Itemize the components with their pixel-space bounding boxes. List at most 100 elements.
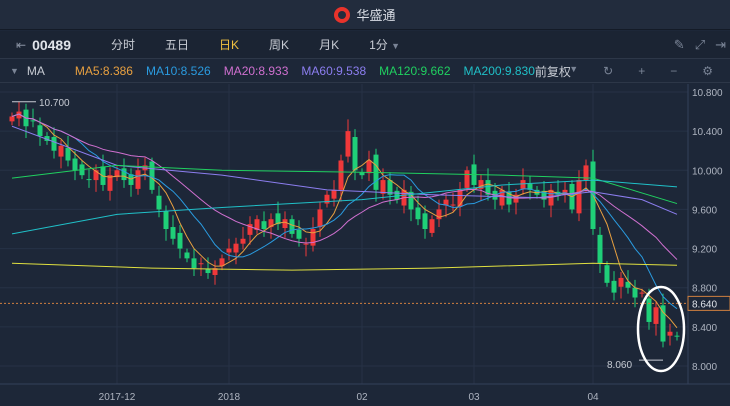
- y-tick-label: 9.600: [692, 205, 717, 216]
- candle-body: [366, 160, 372, 174]
- tab-intraday[interactable]: 分时: [111, 36, 135, 53]
- candle-body: [9, 116, 15, 122]
- candle-body: [464, 170, 470, 188]
- candle-body: [317, 209, 323, 228]
- candle-body: [646, 298, 652, 322]
- tab-weekly-k[interactable]: 周K: [269, 36, 289, 53]
- candle-body: [30, 120, 36, 122]
- ma-label: MA: [26, 64, 45, 78]
- candle-body: [296, 229, 302, 239]
- collapse-left-icon[interactable]: ⇤: [16, 38, 26, 52]
- title-bar: 华盛通: [0, 0, 730, 30]
- x-tick-label: 04: [587, 392, 599, 403]
- candle-body: [639, 292, 645, 294]
- adjust-select[interactable]: 前复权: [535, 63, 571, 80]
- candle-body: [310, 229, 316, 246]
- collapse-right-icon[interactable]: ⇥: [715, 37, 726, 53]
- candle-body: [72, 158, 78, 171]
- candle-body: [58, 145, 64, 157]
- zoom-out-icon[interactable]: −: [670, 64, 677, 78]
- candle-body: [261, 221, 267, 229]
- y-tick-label: 8.800: [692, 284, 717, 295]
- candle-body: [338, 160, 344, 190]
- current-price-label: 8.640: [692, 299, 717, 310]
- tab-1min-label: 1分: [369, 38, 388, 52]
- candle-body: [604, 265, 610, 283]
- app-logo-icon: [334, 6, 351, 23]
- tab-1min[interactable]: 1分 ▼: [369, 36, 400, 53]
- candle-body: [226, 248, 232, 253]
- candle-body: [345, 131, 351, 157]
- candle-body: [282, 219, 288, 229]
- candle-body: [422, 213, 428, 229]
- candle-body: [135, 170, 141, 189]
- y-tick-label: 9.200: [692, 245, 717, 256]
- toolbar: ⇤ 00489 分时 五日 日K 周K 月K 1分 ▼ ✎ ⤢ ⇥: [0, 31, 730, 59]
- candle-body: [660, 305, 666, 342]
- fullscreen-icon[interactable]: ⤢: [695, 37, 705, 53]
- x-tick-label: 2017-12: [99, 392, 136, 403]
- candle-body: [632, 287, 638, 298]
- ma5-value: MA5:8.386: [74, 64, 133, 78]
- app-title: 华盛通: [356, 8, 396, 23]
- candle-body: [429, 219, 435, 233]
- candle-body: [674, 335, 680, 337]
- ma5-line: [11, 113, 678, 329]
- low-label: 8.060: [607, 360, 632, 371]
- ma20-value: MA20:8.933: [223, 64, 289, 78]
- candle-body: [184, 252, 190, 259]
- candle-body: [156, 195, 162, 210]
- ma200-value: MA200:9.830: [463, 64, 535, 78]
- adjust-dropdown-icon[interactable]: ▼: [569, 64, 578, 78]
- candle-body: [331, 189, 337, 199]
- candle-body: [149, 161, 155, 190]
- candle-body: [618, 277, 624, 287]
- ma-bar: ▼ MA MA5:8.386 MA10:8.526 MA20:8.933 MA6…: [0, 60, 730, 83]
- candle-body: [65, 147, 71, 161]
- candle-body: [163, 211, 169, 229]
- ma-dropdown-icon[interactable]: ▼: [10, 66, 19, 76]
- candle-body: [576, 180, 582, 214]
- candle-body: [198, 263, 204, 265]
- y-tick-label: 8.400: [692, 323, 717, 334]
- candle-body: [205, 269, 211, 274]
- refresh-icon[interactable]: ↻: [603, 64, 613, 78]
- candle-body: [86, 179, 92, 181]
- candle-body: [177, 232, 183, 249]
- candle-body: [520, 180, 526, 189]
- candle-body: [415, 207, 421, 220]
- candle-body: [303, 243, 309, 245]
- y-tick-label: 10.000: [692, 166, 723, 177]
- ma10-value: MA10:8.526: [145, 64, 211, 78]
- candle-body: [667, 331, 673, 336]
- stock-code: 00489: [32, 36, 71, 53]
- y-tick-label: 10.400: [692, 127, 723, 138]
- zoom-in-icon[interactable]: +: [638, 64, 645, 78]
- x-tick-label: 2018: [218, 392, 241, 403]
- candle-body: [51, 137, 57, 151]
- candle-body: [597, 234, 603, 264]
- y-tick-label: 8.000: [692, 362, 717, 373]
- settings-gear-icon[interactable]: ⚙: [702, 64, 713, 78]
- candle-body: [380, 180, 386, 194]
- candle-body: [233, 243, 239, 253]
- candle-body: [352, 137, 358, 171]
- high-label: 10.700: [39, 98, 70, 109]
- tab-daily-k[interactable]: 日K: [219, 36, 239, 53]
- tab-monthly-k[interactable]: 月K: [319, 36, 339, 53]
- x-tick-label: 03: [468, 392, 480, 403]
- ma250-line: [11, 262, 678, 271]
- pencil-icon[interactable]: ✎: [674, 37, 685, 53]
- candle-body: [289, 219, 295, 234]
- ma120-value: MA120:9.662: [379, 64, 451, 78]
- candle-body: [324, 194, 330, 204]
- candle-body: [394, 190, 400, 200]
- candle-body: [191, 258, 197, 269]
- tab-5day[interactable]: 五日: [165, 36, 189, 53]
- x-tick-label: 02: [356, 392, 368, 403]
- candle-body: [611, 280, 617, 293]
- ma60-value: MA60:9.538: [301, 64, 367, 78]
- candle-body: [37, 125, 43, 137]
- kline-chart[interactable]: 10.800 10.400 10.000 9.600 9.200 8.800 8.400 8.…: [0, 84, 730, 406]
- candle-body: [450, 204, 456, 206]
